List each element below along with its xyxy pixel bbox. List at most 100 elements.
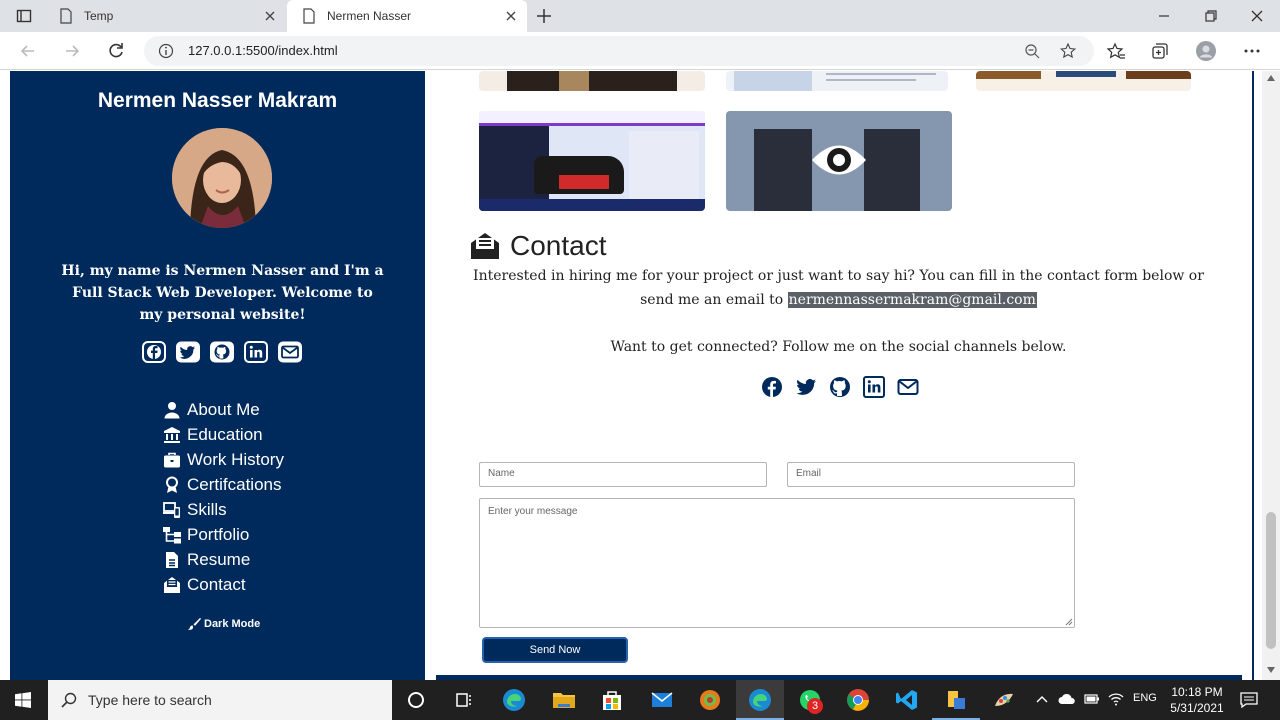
facebook-icon[interactable] xyxy=(141,341,167,363)
windows-start-icon[interactable] xyxy=(15,692,31,708)
tab-temp[interactable]: Temp xyxy=(44,0,286,32)
clock-time: 10:18 PM xyxy=(1171,685,1223,699)
contact-description: Interested in hiring me for your project… xyxy=(466,264,1211,312)
vscode-icon[interactable] xyxy=(895,688,919,712)
add-favorite-icon[interactable] xyxy=(1060,42,1078,60)
paint-icon[interactable] xyxy=(992,688,1016,712)
restore-icon[interactable] xyxy=(1203,8,1219,24)
menu-item-about-me[interactable]: About Me xyxy=(163,397,284,422)
collections-icon[interactable] xyxy=(1150,41,1170,61)
url-text[interactable]: 127.0.0.1:5500/index.html xyxy=(188,43,338,58)
tab-actions-icon[interactable] xyxy=(16,8,32,24)
menu-item-portfolio[interactable]: Portfolio xyxy=(163,522,284,547)
contact-social-links xyxy=(761,376,919,398)
menu-label[interactable]: Education xyxy=(187,425,263,445)
portfolio-thumbnail[interactable] xyxy=(726,111,952,211)
name-field[interactable]: Name xyxy=(479,462,767,487)
favorites-icon[interactable] xyxy=(1106,41,1126,61)
portfolio-thumbnail[interactable] xyxy=(479,71,705,91)
forward-icon[interactable] xyxy=(62,41,82,61)
portfolio-thumbnail[interactable] xyxy=(479,111,705,211)
email-link[interactable]: nermennassermakram@gmail.com xyxy=(787,292,1037,308)
zoom-out-icon[interactable] xyxy=(1024,43,1040,59)
dark-mode-toggle[interactable]: Dark Mode xyxy=(188,617,260,630)
message-textarea[interactable]: Enter your message xyxy=(479,498,1075,628)
envelope-icon[interactable] xyxy=(897,376,919,398)
chevron-up-icon[interactable] xyxy=(1036,694,1048,704)
page-scrollbar[interactable] xyxy=(1262,71,1280,680)
browser-toolbar: 127.0.0.1:5500/index.html xyxy=(0,32,1280,70)
menu-label[interactable]: Certifcations xyxy=(187,475,281,495)
university-icon xyxy=(164,426,180,443)
task-view-icon[interactable] xyxy=(452,688,476,712)
search-placeholder[interactable]: Type here to search xyxy=(88,692,212,708)
edge-icon[interactable] xyxy=(502,688,526,712)
facebook-icon[interactable] xyxy=(761,376,783,398)
cortana-icon[interactable] xyxy=(404,688,428,712)
back-icon[interactable] xyxy=(18,41,38,61)
edge-icon[interactable] xyxy=(748,688,772,712)
envelope-icon[interactable] xyxy=(277,341,303,363)
menu-item-education[interactable]: Education xyxy=(163,422,284,447)
menu-label[interactable]: About Me xyxy=(187,400,260,420)
store-icon[interactable] xyxy=(600,688,624,712)
info-icon[interactable] xyxy=(158,43,174,59)
scroll-up-icon[interactable] xyxy=(1267,75,1275,81)
intro-text: Hi, my name is Nermen Nasser and I'm a F… xyxy=(61,263,384,323)
main-content: Contact Interested in hiring me for your… xyxy=(436,71,1254,680)
laptop-icon xyxy=(163,501,180,518)
briefcase-icon xyxy=(164,452,180,467)
github-icon[interactable] xyxy=(209,341,235,363)
contact-heading: Contact xyxy=(470,230,607,262)
scrollbar-thumb[interactable] xyxy=(1266,512,1276,649)
tab-nermen-nasser[interactable]: Nermen Nasser xyxy=(287,0,527,32)
send-now-button[interactable]: Send Now xyxy=(482,637,628,663)
linkedin-icon[interactable] xyxy=(863,376,885,398)
wifi-icon[interactable] xyxy=(1108,692,1124,706)
app-icon[interactable] xyxy=(698,688,722,712)
clock[interactable]: 10:18 PM 5/31/2021 xyxy=(1160,684,1234,716)
window-close-icon[interactable] xyxy=(1249,8,1265,24)
portfolio-thumbnail[interactable] xyxy=(726,71,948,91)
mail-icon[interactable] xyxy=(650,688,674,712)
close-icon[interactable] xyxy=(262,8,278,24)
close-icon[interactable] xyxy=(503,8,519,24)
twitter-icon[interactable] xyxy=(795,376,817,398)
new-tab-icon[interactable] xyxy=(536,8,552,24)
taskbar-search[interactable]: Type here to search xyxy=(48,680,392,720)
battery-icon[interactable] xyxy=(1084,693,1100,705)
minimize-icon[interactable] xyxy=(1156,8,1172,24)
refresh-icon[interactable] xyxy=(106,41,126,61)
taskbar: Type here to search 3 ENG 10:18 PM 5/31/… xyxy=(0,680,1280,720)
avatar xyxy=(172,128,272,228)
menu-item-resume[interactable]: Resume xyxy=(163,547,284,572)
github-icon[interactable] xyxy=(829,376,851,398)
file-explorer-icon[interactable] xyxy=(552,688,576,712)
menu-item-contact[interactable]: Contact xyxy=(163,572,284,597)
language-indicator[interactable]: ENG xyxy=(1133,692,1157,704)
more-options-icon[interactable] xyxy=(1242,41,1262,61)
menu-item-certifcations[interactable]: Certifcations xyxy=(163,472,284,497)
menu-label[interactable]: Contact xyxy=(187,575,246,595)
menu-label[interactable]: Work History xyxy=(187,450,284,470)
address-bar[interactable]: 127.0.0.1:5500/index.html xyxy=(144,36,1094,66)
portfolio-thumbnail[interactable] xyxy=(976,71,1191,91)
notifications-icon[interactable] xyxy=(1240,692,1258,708)
profile-avatar-icon[interactable] xyxy=(1196,41,1216,61)
dark-mode-label[interactable]: Dark Mode xyxy=(204,618,260,630)
chrome-icon[interactable] xyxy=(846,688,870,712)
scroll-down-icon[interactable] xyxy=(1267,667,1275,673)
linkedin-icon[interactable] xyxy=(243,341,269,363)
paint-brush-icon xyxy=(188,617,201,630)
menu-label[interactable]: Skills xyxy=(187,500,227,520)
page-icon xyxy=(60,8,72,24)
menu-item-work-history[interactable]: Work History xyxy=(163,447,284,472)
menu-label[interactable]: Resume xyxy=(187,550,250,570)
onedrive-icon[interactable] xyxy=(1058,692,1076,706)
menu-item-skills[interactable]: Skills xyxy=(163,497,284,522)
email-field[interactable]: Email xyxy=(787,462,1075,487)
resize-handle-icon[interactable] xyxy=(1065,618,1073,626)
sticky-app-icon[interactable] xyxy=(944,688,968,712)
twitter-icon[interactable] xyxy=(175,341,201,363)
menu-label[interactable]: Portfolio xyxy=(187,525,249,545)
